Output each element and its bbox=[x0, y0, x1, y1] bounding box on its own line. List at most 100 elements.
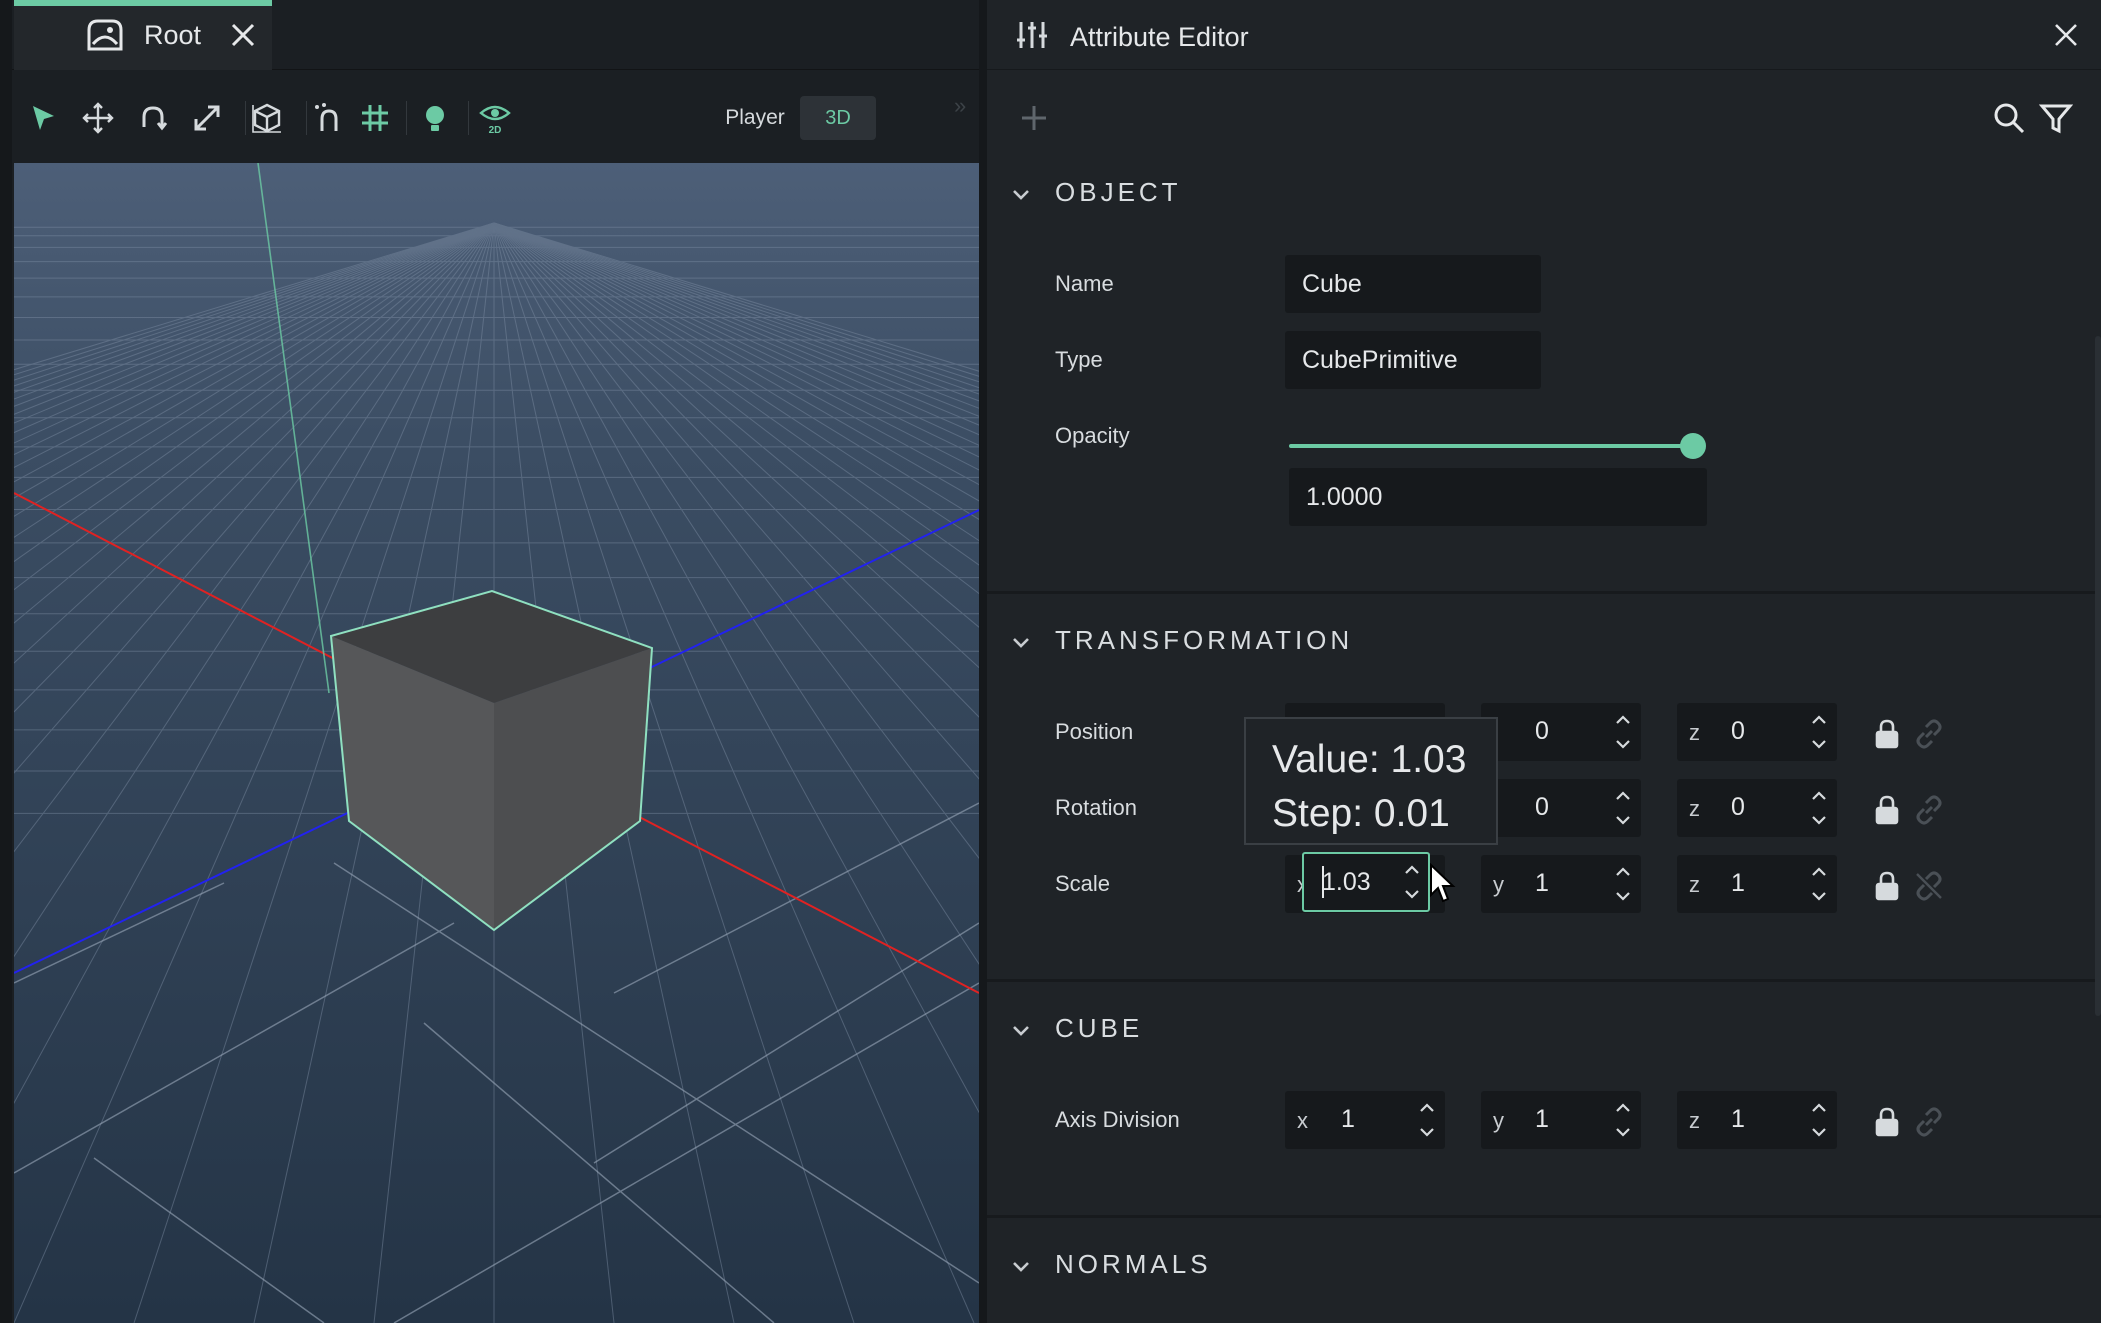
2d-view-button[interactable]: 2D bbox=[472, 95, 518, 141]
axis-division-y-field[interactable]: y 1 bbox=[1481, 1091, 1641, 1149]
select-tool-button[interactable] bbox=[20, 95, 66, 141]
opacity-slider-track bbox=[1289, 444, 1699, 448]
stepper-icon[interactable] bbox=[1807, 785, 1831, 831]
light-tool-button[interactable] bbox=[412, 95, 458, 141]
section-transformation-header[interactable]: TRANSFORMATION bbox=[987, 613, 2101, 673]
position-z-field[interactable]: z 0 bbox=[1677, 703, 1837, 761]
move-icon bbox=[82, 102, 114, 134]
tab-active-indicator bbox=[14, 0, 272, 6]
select-arrow-icon bbox=[33, 106, 54, 130]
toolbar-separator bbox=[468, 101, 469, 135]
stepper-icon[interactable] bbox=[1807, 709, 1831, 755]
stepper-icon[interactable] bbox=[1611, 709, 1635, 755]
lock-icon[interactable] bbox=[1873, 718, 1901, 750]
axis-z-label: z bbox=[1689, 720, 1700, 745]
light-icon bbox=[426, 106, 444, 131]
section-cube-header[interactable]: CUBE bbox=[987, 1001, 2101, 1061]
viewport-panel: Root 2D Player 3D » bbox=[0, 0, 979, 1323]
position-y-field[interactable]: 0 bbox=[1481, 703, 1641, 761]
scrollbar[interactable] bbox=[2095, 336, 2101, 1016]
type-field[interactable]: CubePrimitive bbox=[1285, 331, 1541, 389]
2d-view-icon: 2D bbox=[479, 105, 511, 135]
opacity-label: Opacity bbox=[1055, 423, 1130, 448]
chevron-down-icon bbox=[1013, 638, 1029, 648]
axis-division-z-value: 1 bbox=[1731, 1105, 1745, 1133]
snap-tool-button[interactable] bbox=[306, 95, 352, 141]
rotation-y-field[interactable]: 0 bbox=[1481, 779, 1641, 837]
attribute-editor-content: OBJECT Name Cube Type CubePrimitive Opac… bbox=[987, 161, 2101, 1323]
player-button[interactable]: Player bbox=[710, 96, 800, 140]
opacity-value-field[interactable]: 1.0000 bbox=[1289, 468, 1707, 526]
section-object-header[interactable]: OBJECT bbox=[987, 165, 2101, 225]
axis-division-x-field[interactable]: x 1 bbox=[1285, 1091, 1445, 1149]
toolbar-overflow-icon[interactable]: » bbox=[954, 93, 966, 119]
object-icon bbox=[252, 103, 281, 133]
chevron-down-icon bbox=[1013, 1262, 1029, 1272]
scale-x-field[interactable]: 1.03 bbox=[1302, 852, 1430, 912]
link-broken-icon[interactable] bbox=[1913, 870, 1945, 902]
lock-icon[interactable] bbox=[1873, 1106, 1901, 1138]
rotation-z-value: 0 bbox=[1731, 793, 1745, 821]
axis-z-label: z bbox=[1689, 796, 1700, 821]
scale-x-value: 1.03 bbox=[1322, 868, 1371, 896]
attribute-editor-header: Attribute Editor bbox=[987, 0, 2101, 70]
axis-division-label: Axis Division bbox=[1055, 1107, 1180, 1132]
grid-tool-button[interactable] bbox=[352, 95, 398, 141]
close-icon[interactable] bbox=[2051, 20, 2081, 50]
axis-x-label: x bbox=[1297, 1108, 1308, 1133]
link-icon[interactable] bbox=[1913, 794, 1945, 826]
opacity-slider-thumb[interactable] bbox=[1680, 433, 1706, 459]
3d-viewport[interactable] bbox=[14, 163, 979, 1323]
section-normals-header[interactable]: NORMALS bbox=[987, 1237, 2101, 1297]
link-icon[interactable] bbox=[1913, 1106, 1945, 1138]
link-icon[interactable] bbox=[1913, 718, 1945, 750]
section-title: CUBE bbox=[1055, 1013, 1144, 1043]
stepper-icon[interactable] bbox=[1807, 1097, 1831, 1143]
name-field[interactable]: Cube bbox=[1285, 255, 1541, 313]
axis-y-label: y bbox=[1493, 872, 1504, 897]
axis-division-y-value: 1 bbox=[1535, 1105, 1549, 1133]
object-tool-button[interactable] bbox=[244, 95, 290, 141]
name-label: Name bbox=[1055, 271, 1114, 296]
scale-tool-button[interactable] bbox=[184, 95, 230, 141]
scale-z-field[interactable]: z 1 bbox=[1677, 855, 1837, 913]
section-title: OBJECT bbox=[1055, 177, 1182, 207]
lock-icon[interactable] bbox=[1873, 794, 1901, 826]
tab-root[interactable]: Root bbox=[14, 0, 272, 70]
scale-y-value: 1 bbox=[1535, 869, 1549, 897]
type-label: Type bbox=[1055, 347, 1103, 372]
scale-y-field[interactable]: y 1 bbox=[1481, 855, 1641, 913]
axis-z-label: z bbox=[1689, 872, 1700, 897]
close-icon[interactable] bbox=[228, 20, 258, 50]
stepper-icon[interactable] bbox=[1611, 861, 1635, 907]
attribute-editor-toolbar bbox=[987, 71, 2101, 161]
scale-z-value: 1 bbox=[1731, 869, 1745, 897]
position-z-value: 0 bbox=[1731, 717, 1745, 745]
filter-icon[interactable] bbox=[2039, 101, 2073, 135]
stepper-icon[interactable] bbox=[1400, 859, 1424, 905]
stepper-icon[interactable] bbox=[1807, 861, 1831, 907]
rotate-icon bbox=[142, 106, 168, 131]
svg-text:2D: 2D bbox=[489, 125, 502, 135]
viewport-toolbar: 2D Player 3D » bbox=[12, 71, 979, 163]
stepper-icon[interactable] bbox=[1611, 1097, 1635, 1143]
lock-icon[interactable] bbox=[1873, 870, 1901, 902]
tab-bar: Root bbox=[12, 0, 979, 70]
viewport-scene[interactable] bbox=[14, 163, 979, 1323]
stepper-icon[interactable] bbox=[1611, 785, 1635, 831]
stepper-icon[interactable] bbox=[1415, 1097, 1439, 1143]
text-caret bbox=[1322, 866, 1324, 898]
add-icon[interactable] bbox=[1017, 101, 1051, 135]
snap-icon bbox=[315, 103, 338, 131]
move-tool-button[interactable] bbox=[75, 95, 121, 141]
section-divider bbox=[987, 591, 2101, 594]
axis-division-x-value: 1 bbox=[1341, 1105, 1355, 1133]
3d-mode-button[interactable]: 3D bbox=[800, 96, 876, 140]
axis-z-label: z bbox=[1689, 1108, 1700, 1133]
axis-division-z-field[interactable]: z 1 bbox=[1677, 1091, 1837, 1149]
rotate-tool-button[interactable] bbox=[130, 95, 176, 141]
tooltip-step-line: Step: 0.01 bbox=[1272, 792, 1450, 835]
search-icon[interactable] bbox=[1992, 101, 2026, 135]
rotation-z-field[interactable]: z 0 bbox=[1677, 779, 1837, 837]
opacity-slider[interactable] bbox=[1289, 431, 1706, 461]
